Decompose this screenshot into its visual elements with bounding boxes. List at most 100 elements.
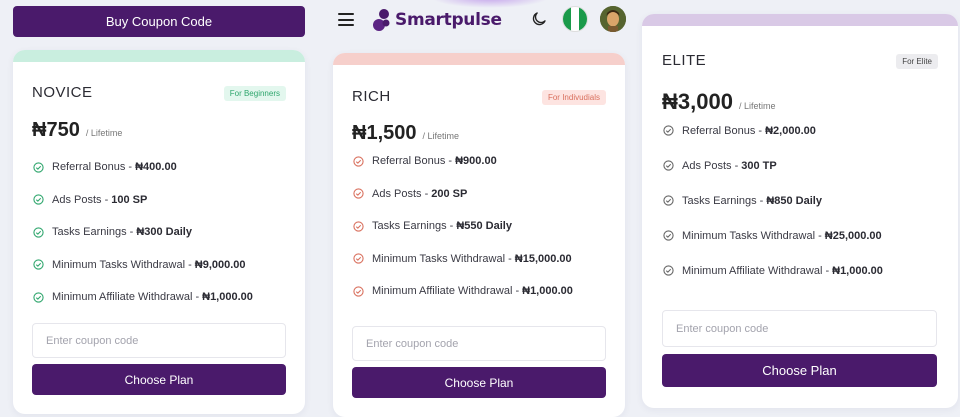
check-circle-icon — [663, 265, 674, 276]
feature-label: Tasks Earnings - — [52, 226, 134, 239]
check-circle-icon — [353, 188, 364, 199]
check-circle-icon — [353, 286, 364, 297]
check-circle-icon — [33, 227, 44, 238]
card-top-band — [642, 14, 958, 26]
plan-badge: For Beginners — [223, 86, 286, 101]
check-circle-icon — [663, 160, 674, 171]
top-header: Smartpulse — [330, 0, 630, 40]
feature-label: Referral Bonus - — [372, 155, 453, 168]
feature-list: Referral Bonus - ₦400.00 Ads Posts -100 S… — [33, 151, 253, 314]
check-circle-icon — [663, 195, 674, 206]
user-avatar-icon — [600, 6, 626, 32]
plan-price: ₦1,500 / Lifetime — [352, 122, 459, 145]
feature-value: 200 SP — [431, 187, 468, 200]
feature-value: ₦850 Daily — [766, 194, 822, 207]
price-amount: ₦750 — [32, 119, 80, 141]
choose-plan-button[interactable]: Choose Plan — [32, 364, 286, 395]
price-period: / Lifetime — [85, 128, 123, 138]
feature-item: Tasks Earnings - ₦550 Daily — [353, 210, 573, 243]
feature-value: ₦400.00 — [135, 161, 177, 174]
feature-item: Referral Bonus - ₦400.00 — [33, 151, 253, 184]
avatar[interactable] — [600, 6, 626, 32]
check-circle-icon — [663, 125, 674, 136]
brand-name: Smartpulse — [395, 10, 502, 30]
feature-item: Tasks Earnings - ₦300 Daily — [33, 216, 253, 249]
feature-label: Ads Posts - — [52, 193, 109, 206]
brand-logo[interactable]: Smartpulse — [372, 6, 502, 34]
check-circle-icon — [353, 221, 364, 232]
feature-item: Referral Bonus - ₦900.00 — [353, 145, 573, 178]
feature-item: Minimum Tasks Withdrawal - ₦15,000.00 — [353, 243, 573, 276]
feature-list: Referral Bonus - ₦900.00 Ads Posts -200 S… — [353, 145, 573, 308]
feature-value: ₦900.00 — [455, 155, 497, 168]
plan-card-rich: RICH For Indivudials ₦1,500 / Lifetime R… — [333, 53, 625, 417]
feature-label: Minimum Affiliate Withdrawal - — [682, 264, 830, 277]
menu-icon[interactable] — [338, 13, 354, 26]
price-amount: ₦3,000 — [662, 89, 733, 114]
feature-value: ₦15,000.00 — [514, 252, 572, 265]
feature-item: Minimum Affiliate Withdrawal - ₦1,000.00 — [353, 275, 573, 308]
choose-plan-button[interactable]: Choose Plan — [352, 367, 606, 398]
feature-label: Tasks Earnings - — [682, 194, 764, 207]
feature-label: Tasks Earnings - — [372, 220, 454, 233]
feature-label: Ads Posts - — [372, 187, 429, 200]
feature-value: ₦1,000.00 — [202, 291, 253, 304]
feature-list: Referral Bonus - ₦2,000.00 Ads Posts -300… — [663, 113, 883, 288]
feature-item: Minimum Affiliate Withdrawal - ₦1,000.00 — [33, 281, 253, 314]
check-circle-icon — [353, 156, 364, 167]
card-top-band — [333, 53, 625, 65]
feature-label: Referral Bonus - — [52, 161, 133, 174]
check-circle-icon — [33, 259, 44, 270]
feature-label: Minimum Tasks Withdrawal - — [682, 229, 822, 242]
check-circle-icon — [33, 292, 44, 303]
feature-label: Ads Posts - — [682, 159, 739, 172]
check-circle-icon — [663, 230, 674, 241]
card-top-band — [13, 50, 305, 62]
feature-value: ₦300 Daily — [136, 226, 192, 239]
nigeria-flag-icon[interactable] — [562, 6, 588, 32]
feature-item: Minimum Tasks Withdrawal - ₦25,000.00 — [663, 218, 883, 253]
feature-value: 100 SP — [111, 193, 148, 206]
feature-label: Minimum Affiliate Withdrawal - — [372, 285, 520, 298]
feature-item: Tasks Earnings - ₦850 Daily — [663, 183, 883, 218]
feature-label: Minimum Tasks Withdrawal - — [52, 258, 192, 271]
feature-value: ₦550 Daily — [456, 220, 512, 233]
price-period: / Lifetime — [738, 101, 776, 111]
plan-badge: For Elite — [896, 54, 938, 69]
feature-item: Minimum Affiliate Withdrawal - ₦1,000.00 — [663, 253, 883, 288]
coupon-code-input[interactable] — [32, 323, 286, 358]
choose-plan-button[interactable]: Choose Plan — [662, 354, 937, 387]
plan-card-elite: ELITE For Elite ₦3,000 / Lifetime Referr… — [642, 14, 958, 408]
plan-name: ELITE — [662, 52, 707, 69]
plan-name: NOVICE — [32, 84, 93, 101]
feature-value: ₦2,000.00 — [765, 124, 816, 137]
check-circle-icon — [33, 194, 44, 205]
feature-value: ₦1,000.00 — [522, 285, 573, 298]
feature-item: Minimum Tasks Withdrawal - ₦9,000.00 — [33, 249, 253, 282]
feature-label: Referral Bonus - — [682, 124, 763, 137]
feature-label: Minimum Tasks Withdrawal - — [372, 252, 512, 265]
feature-item: Ads Posts -300 TP — [663, 148, 883, 183]
price-period: / Lifetime — [422, 131, 460, 141]
coupon-code-input[interactable] — [662, 310, 937, 347]
check-circle-icon — [353, 253, 364, 264]
feature-value: 300 TP — [741, 159, 777, 172]
plan-badge: For Indivudials — [541, 90, 606, 105]
plan-price: ₦3,000 / Lifetime — [662, 89, 775, 115]
feature-item: Ads Posts -100 SP — [33, 184, 253, 217]
feature-value: ₦25,000.00 — [824, 229, 882, 242]
feature-item: Ads Posts -200 SP — [353, 178, 573, 211]
plan-name: RICH — [352, 88, 391, 105]
check-circle-icon — [33, 162, 44, 173]
feature-label: Minimum Affiliate Withdrawal - — [52, 291, 200, 304]
buy-coupon-code-button[interactable]: Buy Coupon Code — [13, 6, 305, 37]
smartpulse-logo-icon — [373, 9, 390, 31]
plan-card-novice: NOVICE For Beginners ₦750 / Lifetime Ref… — [13, 50, 305, 414]
plan-price: ₦750 / Lifetime — [32, 119, 122, 142]
feature-value: ₦9,000.00 — [194, 258, 246, 271]
feature-value: ₦1,000.00 — [832, 264, 883, 277]
moon-icon[interactable] — [530, 10, 548, 28]
coupon-code-input[interactable] — [352, 326, 606, 361]
feature-item: Referral Bonus - ₦2,000.00 — [663, 113, 883, 148]
price-amount: ₦1,500 — [352, 122, 417, 144]
